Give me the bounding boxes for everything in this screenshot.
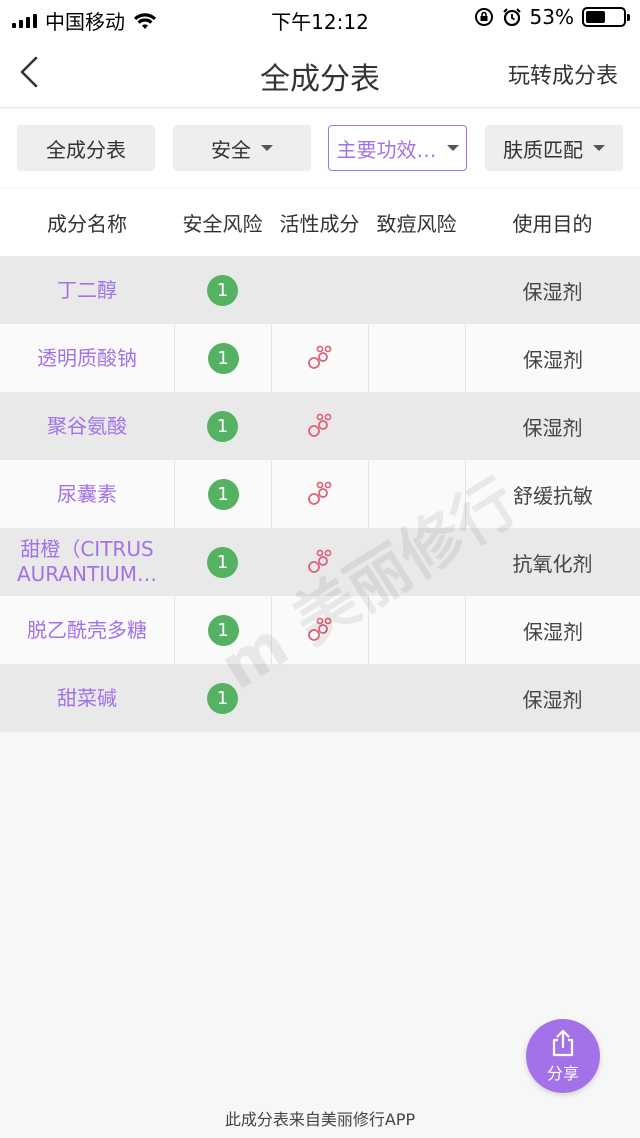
caret-down-icon [446,145,459,151]
active-ingredient-icon [307,413,331,437]
safety-badge: 1 [207,342,239,374]
table-row[interactable]: 尿囊素 1 舒缓抗敏 [0,460,640,528]
table-row[interactable]: 脱乙酰壳多糖 1 保湿剂 [0,596,640,664]
filter-label: 安全 [211,137,251,162]
purpose-text: 保湿剂 [522,415,583,440]
active-ingredient-icon [308,481,332,505]
caret-down-icon [261,145,273,151]
ingredient-name-line2: AURANTIUM… [16,562,158,586]
alarm-icon [502,8,521,27]
active-ingredient-icon [308,617,332,641]
purpose-text: 抗氧化剂 [512,551,593,576]
purpose-text: 保湿剂 [523,347,583,372]
filter-label: 全成分表 [46,137,126,162]
safety-badge: 1 [207,614,239,646]
purpose-text: 舒缓抗敏 [513,483,593,508]
ingredient-name[interactable]: 聚谷氨酸 [47,414,127,439]
active-ingredient-icon [308,345,332,369]
battery-icon [582,7,630,27]
safety-badge: 1 [207,274,238,306]
caret-down-icon [593,145,605,151]
ingredient-name[interactable]: 脱乙酰壳多糖 [27,618,147,643]
ingredient-name-line1: 甜橙（CITRUS [20,537,154,561]
safety-badge: 1 [207,478,239,510]
battery-fill [586,11,606,23]
table-row[interactable]: 甜橙（CITRUS AURANTIUM… 1 抗氧化剂 [0,528,640,596]
header-acne: 致痘风险 [376,212,457,236]
filter-skin-match[interactable]: 肤质匹配 [485,125,623,171]
filter-bar: 全成分表 安全 主要功效… 肤质匹配 [0,109,640,187]
ingredient-name[interactable]: 尿囊素 [57,482,117,507]
ingredient-name[interactable]: 甜菜碱 [57,686,117,711]
table-row[interactable]: 透明质酸钠 1 保湿剂 [0,324,640,392]
share-button[interactable]: 分享 [526,1019,600,1093]
battery-percent: 53% [529,5,574,29]
safety-badge: 1 [207,546,238,578]
table-row[interactable]: 丁二醇 1 保湿剂 [0,256,640,324]
share-icon [552,1029,574,1057]
header-name: 成分名称 [47,212,127,236]
filter-safety[interactable]: 安全 [173,125,311,171]
filter-all-ingredients[interactable]: 全成分表 [17,125,155,171]
rotation-lock-icon [474,8,493,26]
ingredient-name[interactable]: 甜橙（CITRUS AURANTIUM… [17,537,157,587]
filter-label: 肤质匹配 [503,137,583,162]
header-active: 活性成分 [279,212,360,236]
ingredient-name[interactable]: 透明质酸钠 [37,346,137,371]
table-header: 成分名称 安全风险 活性成分 致痘风险 使用目的 [0,189,640,256]
guide-link[interactable]: 玩转成分表 [508,58,618,90]
share-label: 分享 [546,1064,579,1083]
safety-badge: 1 [207,410,238,442]
header-purpose: 使用目的 [512,212,593,236]
purpose-text: 保湿剂 [522,687,583,712]
safety-badge: 1 [207,682,238,714]
purpose-text: 保湿剂 [522,279,583,304]
nav-bar: 全成分表 玩转成分表 [0,36,640,108]
status-bar: 中国移动 下午12:12 53% [0,0,640,36]
status-right: 53% [474,5,630,29]
filter-label: 主要功效… [336,137,437,162]
footer-note: 此成分表来自美丽修行APP [224,1110,416,1129]
active-ingredient-icon [307,549,331,573]
ingredient-table: 丁二醇 1 保湿剂 透明质酸钠 1 保湿剂 聚谷氨酸 1 保湿剂 尿囊素 1 舒… [0,256,640,732]
filter-main-effect[interactable]: 主要功效… [328,125,467,171]
table-row[interactable]: 甜菜碱 1 保湿剂 [0,664,640,732]
purpose-text: 保湿剂 [523,619,583,644]
header-safety: 安全风险 [182,212,263,236]
ingredient-name[interactable]: 丁二醇 [57,278,117,303]
table-row[interactable]: 聚谷氨酸 1 保湿剂 [0,392,640,460]
